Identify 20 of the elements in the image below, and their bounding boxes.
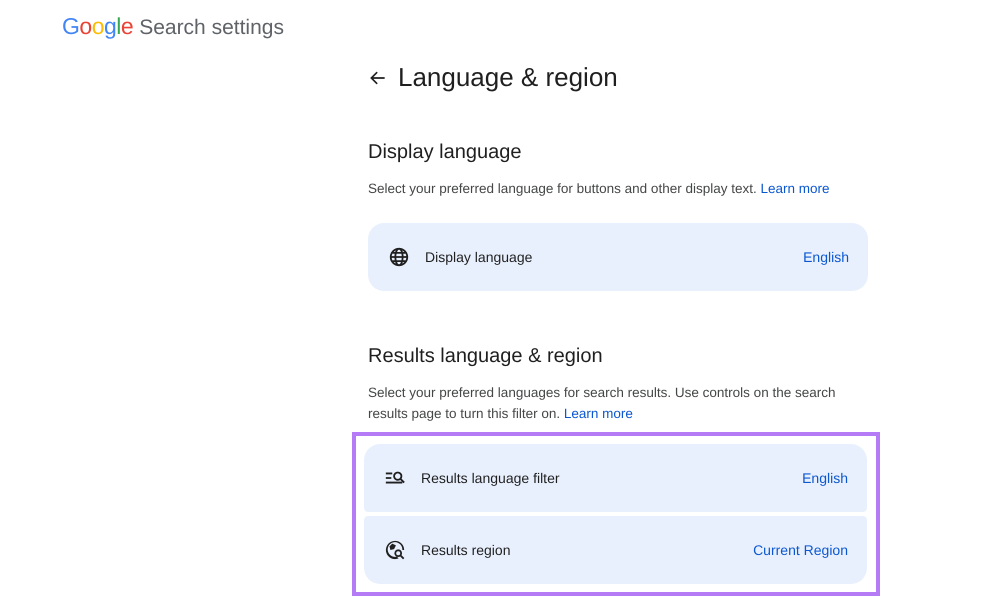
header-title: Search settings — [139, 16, 284, 40]
setting-row[interactable]: Results region Current Region — [364, 516, 867, 584]
globe-icon — [388, 246, 410, 268]
setting-value-link[interactable]: Current Region — [753, 542, 848, 558]
setting-label: Results language filter — [421, 470, 561, 486]
page-title: Language & region — [398, 62, 618, 93]
setting-value-link[interactable]: English — [802, 470, 848, 486]
globe-search-icon — [384, 539, 406, 561]
section-description: Select your preferred languages for search results. Use controls on the search results page to turn this filter on. Learn more — [368, 384, 836, 423]
learn-more-link[interactable]: Learn more — [760, 181, 830, 196]
setting-row[interactable]: Results language filter English — [364, 444, 867, 512]
google-logo[interactable]: Google — [62, 13, 134, 40]
setting-label: Display language — [425, 249, 534, 265]
setting-row[interactable]: Display language English — [368, 223, 868, 291]
section-heading: Display language — [368, 141, 522, 164]
section-description: Select your preferred language for buttons and other display text. Learn more — [368, 180, 831, 198]
learn-more-link[interactable]: Learn more — [564, 406, 633, 421]
section-heading: Results language & region — [368, 345, 604, 368]
setting-value-link[interactable]: English — [803, 249, 849, 265]
setting-label: Results region — [421, 542, 512, 558]
